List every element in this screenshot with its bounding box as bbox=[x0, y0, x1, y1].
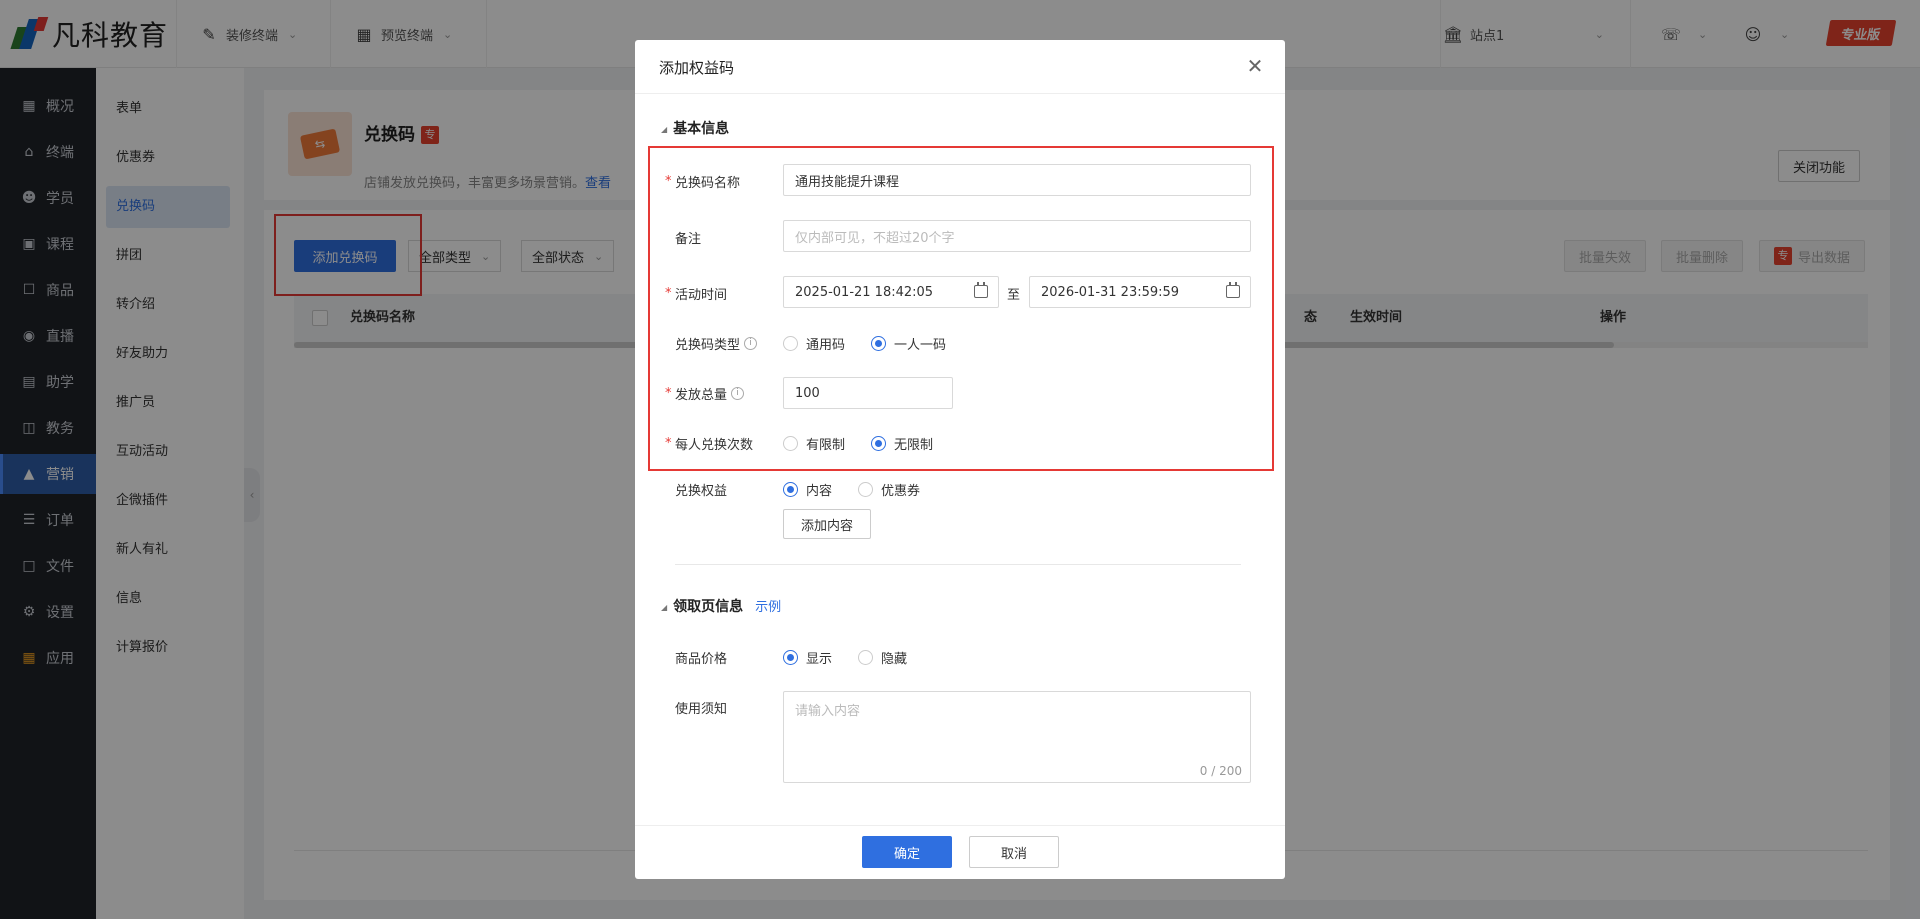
time-label-text: 活动时间 bbox=[675, 288, 728, 303]
total-field-label: * 发放总量 i bbox=[665, 384, 745, 403]
total-quantity-input[interactable]: 100 bbox=[783, 377, 953, 409]
time-field-label: * 活动时间 bbox=[665, 284, 728, 303]
start-time-input[interactable]: 2025-01-21 18:42:05 bbox=[783, 276, 999, 308]
required-mark: * bbox=[665, 286, 672, 301]
radio-label: 隐藏 bbox=[881, 652, 908, 667]
end-time-value: 2026-01-31 23:59:59 bbox=[1041, 284, 1180, 300]
remark-field-label: 备注 bbox=[675, 228, 701, 247]
name-field-label: * 兑换码名称 bbox=[665, 172, 741, 191]
radio-circle bbox=[783, 482, 798, 497]
confirm-button[interactable]: 确定 bbox=[862, 836, 952, 868]
info-icon[interactable]: i bbox=[731, 387, 745, 400]
radio-hide[interactable]: 隐藏 bbox=[858, 648, 907, 667]
per-user-radio-group: 有限制 无限制 bbox=[783, 434, 959, 453]
radio-label: 一人一码 bbox=[894, 338, 947, 353]
start-time-value: 2025-01-21 18:42:05 bbox=[795, 284, 934, 300]
section-claim-title: 领取页信息 bbox=[673, 599, 744, 615]
radio-label: 有限制 bbox=[806, 438, 846, 453]
section-claim-page[interactable]: ◢ 领取页信息 示例 bbox=[661, 596, 781, 616]
calendar-icon bbox=[974, 282, 988, 298]
notice-textarea[interactable]: 请输入内容 0 / 200 bbox=[783, 691, 1251, 783]
remark-input[interactable]: 仅内部可见，不超过20个字 bbox=[783, 220, 1251, 252]
radio-label: 显示 bbox=[806, 652, 833, 667]
required-mark: * bbox=[665, 386, 672, 401]
notice-placeholder: 请输入内容 bbox=[795, 704, 861, 719]
collapse-triangle-icon: ◢ bbox=[661, 124, 668, 134]
radio-label: 无限制 bbox=[894, 438, 934, 453]
collapse-triangle-icon: ◢ bbox=[661, 602, 668, 612]
radio-coupon[interactable]: 优惠券 bbox=[858, 480, 920, 499]
radio-content[interactable]: 内容 bbox=[783, 480, 832, 499]
required-mark: * bbox=[665, 436, 672, 451]
info-icon[interactable]: i bbox=[744, 337, 758, 350]
radio-one-per-person[interactable]: 一人一码 bbox=[871, 334, 946, 353]
add-content-button[interactable]: 添加内容 bbox=[783, 509, 871, 539]
radio-circle bbox=[783, 650, 798, 665]
remark-label-text: 备注 bbox=[675, 232, 702, 247]
close-icon[interactable]: ✕ bbox=[1243, 54, 1267, 78]
benefit-field-label: 兑换权益 bbox=[675, 480, 727, 499]
dialog-header: 添加权益码 ✕ bbox=[635, 40, 1285, 94]
date-range-separator: 至 bbox=[1007, 288, 1021, 303]
type-field-label: 兑换码类型 i bbox=[675, 334, 758, 353]
end-time-input[interactable]: 2026-01-31 23:59:59 bbox=[1029, 276, 1251, 308]
per-user-label-text: 每人兑换次数 bbox=[675, 438, 754, 453]
calendar-icon bbox=[1226, 282, 1240, 298]
example-link[interactable]: 示例 bbox=[755, 600, 781, 615]
char-counter: 0 / 200 bbox=[1199, 764, 1242, 778]
section-basic-info[interactable]: ◢ 基本信息 bbox=[661, 118, 729, 138]
code-type-radio-group: 通用码 一人一码 bbox=[783, 334, 972, 353]
radio-general-code[interactable]: 通用码 bbox=[783, 334, 845, 353]
radio-circle bbox=[858, 650, 874, 665]
radio-show[interactable]: 显示 bbox=[783, 648, 832, 667]
radio-circle bbox=[858, 482, 874, 497]
price-radio-group: 显示 隐藏 bbox=[783, 648, 933, 667]
radio-circle bbox=[871, 336, 887, 351]
section-divider bbox=[675, 564, 1241, 565]
per-user-field-label: * 每人兑换次数 bbox=[665, 434, 754, 453]
price-label-text: 商品价格 bbox=[675, 652, 728, 667]
price-field-label: 商品价格 bbox=[675, 648, 727, 667]
required-mark: * bbox=[665, 174, 672, 189]
radio-circle bbox=[783, 436, 798, 451]
cancel-button[interactable]: 取消 bbox=[969, 836, 1059, 868]
benefit-label-text: 兑换权益 bbox=[675, 484, 728, 499]
radio-unlimited[interactable]: 无限制 bbox=[871, 434, 933, 453]
type-label-text: 兑换码类型 bbox=[675, 338, 741, 353]
radio-circle bbox=[783, 336, 798, 351]
notice-field-label: 使用须知 bbox=[675, 698, 727, 717]
add-benefit-code-dialog: 添加权益码 ✕ ◢ 基本信息 * 兑换码名称 通用技能提升课程 备注 仅内部可见，不… bbox=[635, 40, 1285, 879]
radio-label: 优惠券 bbox=[881, 484, 921, 499]
dialog-footer: 确定 取消 bbox=[635, 825, 1285, 879]
radio-limited[interactable]: 有限制 bbox=[783, 434, 845, 453]
dialog-title: 添加权益码 bbox=[659, 59, 735, 77]
radio-label: 通用码 bbox=[806, 338, 846, 353]
benefit-radio-group: 内容 优惠券 bbox=[783, 480, 946, 499]
name-label-text: 兑换码名称 bbox=[675, 176, 741, 191]
radio-label: 内容 bbox=[806, 484, 833, 499]
total-label-text: 发放总量 bbox=[675, 388, 728, 403]
section-basic-title: 基本信息 bbox=[673, 121, 730, 137]
radio-circle bbox=[871, 436, 887, 451]
name-input[interactable]: 通用技能提升课程 bbox=[783, 164, 1251, 196]
notice-label-text: 使用须知 bbox=[675, 702, 728, 717]
